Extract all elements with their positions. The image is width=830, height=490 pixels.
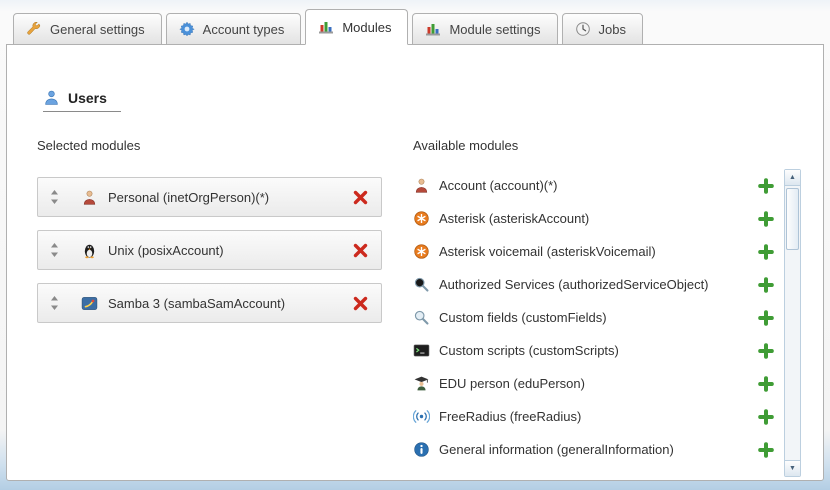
selected-module-row[interactable]: Unix (posixAccount) bbox=[37, 230, 382, 270]
gear-icon bbox=[179, 21, 195, 37]
available-module-row: Account (account)(*) bbox=[413, 169, 774, 202]
page-title: Users bbox=[68, 90, 107, 106]
add-icon[interactable] bbox=[758, 310, 774, 326]
tab-label: Modules bbox=[342, 20, 391, 35]
scrollbar[interactable]: ▲ ▼ bbox=[784, 169, 801, 477]
selected-module-row[interactable]: Personal (inetOrgPerson)(*) bbox=[37, 177, 382, 217]
available-modules-column: Available modules Account (account)(*) bbox=[413, 138, 801, 477]
add-icon[interactable] bbox=[758, 277, 774, 293]
samba-icon bbox=[81, 295, 98, 312]
available-module-row: FreeRadius (freeRadius) bbox=[413, 400, 774, 433]
selected-module-row[interactable]: Samba 3 (sambaSamAccount) bbox=[37, 283, 382, 323]
add-icon[interactable] bbox=[758, 442, 774, 458]
tab-bar: General settings Account types Modules M… bbox=[0, 0, 830, 44]
clock-icon bbox=[575, 21, 591, 37]
delete-icon[interactable] bbox=[352, 242, 369, 259]
module-label: Asterisk (asteriskAccount) bbox=[439, 211, 589, 226]
wrench-icon bbox=[26, 21, 42, 37]
module-label: Custom fields (customFields) bbox=[439, 310, 607, 325]
available-module-row: EDU person (eduPerson) bbox=[413, 367, 774, 400]
tab-account-types[interactable]: Account types bbox=[166, 13, 302, 45]
available-module-row: Authorized Services (authorizedServiceOb… bbox=[413, 268, 774, 301]
content-panel: Users Selected modules Personal (inetOrg… bbox=[6, 44, 824, 481]
tab-label: Module settings bbox=[449, 22, 540, 37]
add-icon[interactable] bbox=[758, 343, 774, 359]
asterisk-icon bbox=[413, 243, 430, 260]
module-label: Personal (inetOrgPerson)(*) bbox=[108, 190, 269, 205]
selected-modules-column: Selected modules Personal (inetOrgPerson… bbox=[37, 138, 399, 477]
user-icon bbox=[43, 89, 60, 106]
add-icon[interactable] bbox=[758, 409, 774, 425]
scrollbar-down-arrow-icon[interactable]: ▼ bbox=[785, 460, 800, 476]
module-label: Custom scripts (customScripts) bbox=[439, 343, 619, 358]
tab-modules[interactable]: Modules bbox=[305, 9, 408, 45]
person-icon bbox=[81, 189, 98, 206]
module-label: General information (generalInformation) bbox=[439, 442, 674, 457]
account-type-heading: Users bbox=[43, 89, 121, 112]
graduate-icon bbox=[413, 375, 430, 392]
scrollbar-thumb[interactable] bbox=[786, 188, 799, 250]
available-modules-list: Account (account)(*) Asterisk (asteriskA… bbox=[413, 169, 774, 477]
drag-handle-icon[interactable] bbox=[50, 190, 59, 204]
chart-icon bbox=[425, 21, 441, 37]
tab-label: Account types bbox=[203, 22, 285, 37]
tab-jobs[interactable]: Jobs bbox=[562, 13, 643, 45]
terminal-icon bbox=[413, 342, 430, 359]
tab-general-settings[interactable]: General settings bbox=[13, 13, 162, 45]
chart-icon bbox=[318, 19, 334, 35]
radio-icon bbox=[413, 408, 430, 425]
available-module-row: Custom fields (customFields) bbox=[413, 301, 774, 334]
tab-label: Jobs bbox=[599, 22, 626, 37]
add-icon[interactable] bbox=[758, 376, 774, 392]
available-modules-heading: Available modules bbox=[413, 138, 801, 153]
penguin-icon bbox=[81, 242, 98, 259]
selected-modules-heading: Selected modules bbox=[37, 138, 399, 153]
magnifier-icon bbox=[413, 309, 430, 326]
add-icon[interactable] bbox=[758, 244, 774, 260]
module-label: FreeRadius (freeRadius) bbox=[439, 409, 581, 424]
tab-label: General settings bbox=[50, 22, 145, 37]
available-module-row: General information (generalInformation) bbox=[413, 433, 774, 466]
available-module-row: Asterisk voicemail (asteriskVoicemail) bbox=[413, 235, 774, 268]
module-label: EDU person (eduPerson) bbox=[439, 376, 585, 391]
delete-icon[interactable] bbox=[352, 189, 369, 206]
module-label: Asterisk voicemail (asteriskVoicemail) bbox=[439, 244, 656, 259]
available-module-row: Asterisk (asteriskAccount) bbox=[413, 202, 774, 235]
person-icon bbox=[413, 177, 430, 194]
module-label: Account (account)(*) bbox=[439, 178, 558, 193]
available-module-row: Custom scripts (customScripts) bbox=[413, 334, 774, 367]
add-icon[interactable] bbox=[758, 178, 774, 194]
drag-handle-icon[interactable] bbox=[50, 296, 59, 310]
module-label: Authorized Services (authorizedServiceOb… bbox=[439, 277, 709, 292]
asterisk-icon bbox=[413, 210, 430, 227]
tab-module-settings[interactable]: Module settings bbox=[412, 13, 557, 45]
info-icon bbox=[413, 441, 430, 458]
scrollbar-up-arrow-icon[interactable]: ▲ bbox=[785, 170, 800, 186]
drag-handle-icon[interactable] bbox=[50, 243, 59, 257]
selected-modules-list: Personal (inetOrgPerson)(*) Unix (posixA… bbox=[37, 177, 399, 323]
module-label: Samba 3 (sambaSamAccount) bbox=[108, 296, 285, 311]
delete-icon[interactable] bbox=[352, 295, 369, 312]
magnifier-icon bbox=[413, 276, 430, 293]
module-label: Unix (posixAccount) bbox=[108, 243, 224, 258]
add-icon[interactable] bbox=[758, 211, 774, 227]
